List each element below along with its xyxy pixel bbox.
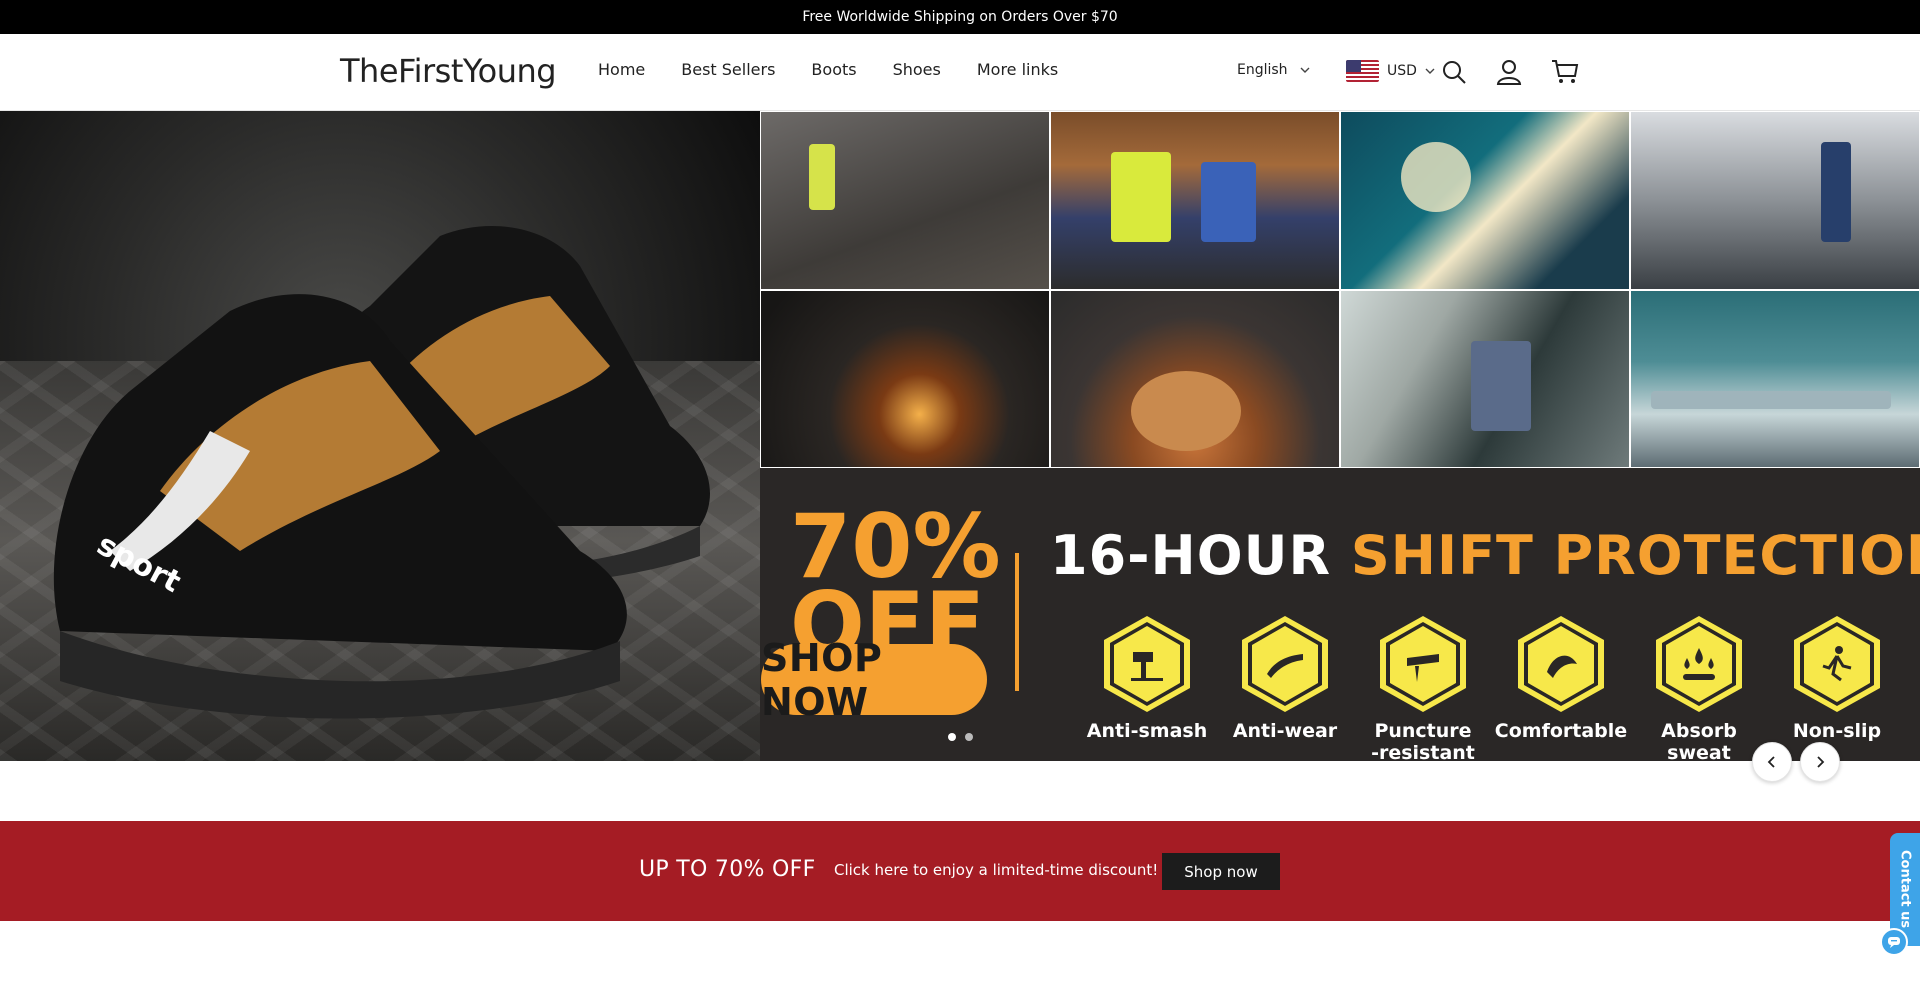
feature-anti-wear: Anti-wear	[1216, 616, 1354, 761]
chevron-left-icon	[1767, 756, 1775, 768]
nav-more-links[interactable]: More links	[977, 60, 1058, 79]
headline-hours: 16-HOUR	[1050, 524, 1332, 587]
boot-front-image: sport	[53, 294, 627, 719]
chevron-down-icon	[1425, 66, 1435, 77]
photo-log-cutting	[1051, 290, 1339, 467]
slide-dots	[948, 733, 973, 741]
photo-mine-tunnel	[761, 290, 1049, 467]
nav-home[interactable]: Home	[598, 60, 645, 79]
feature-non-slip: Non-slip	[1768, 616, 1906, 761]
photo-warehouse-team	[1051, 112, 1339, 289]
hero-shoe-image: sport	[0, 111, 760, 761]
slide-dot-2[interactable]	[965, 733, 973, 741]
banner-subtitle[interactable]: Click here to enjoy a limited-time disco…	[834, 861, 1158, 879]
nav-boots[interactable]: Boots	[811, 60, 856, 79]
sweat-icon	[1656, 616, 1742, 712]
shop-now-button[interactable]: SHOP NOW	[761, 636, 987, 724]
divider	[1015, 553, 1019, 691]
previous-slide-button[interactable]	[1752, 742, 1792, 782]
comfort-icon	[1518, 616, 1604, 712]
account-icon[interactable]	[1493, 56, 1525, 88]
headline-protection: SHIFT PROTECTION	[1350, 524, 1920, 587]
feature-comfortable: Comfortable	[1492, 616, 1630, 761]
language-selector[interactable]: English	[1237, 62, 1310, 78]
nav-shoes[interactable]: Shoes	[893, 60, 941, 79]
chevron-down-icon	[1300, 65, 1310, 76]
feature-absorb-sweat: Absorb sweat	[1630, 616, 1768, 761]
chevron-right-icon	[1817, 756, 1825, 768]
discount-banner[interactable]: UP TO 70% OFF Click here to enjoy a limi…	[0, 821, 1920, 921]
main-nav: Home Best Sellers Boots Shoes More links	[598, 60, 1094, 79]
slide-dot-1[interactable]	[948, 733, 956, 741]
worksite-photo-grid	[760, 111, 1920, 468]
cart-icon[interactable]	[1549, 56, 1581, 88]
photo-factory-line	[1631, 290, 1919, 467]
puncture-icon	[1380, 616, 1466, 712]
search-icon[interactable]	[1438, 56, 1470, 88]
nav-best-sellers[interactable]: Best Sellers	[681, 60, 775, 79]
promo-panel: 70% OFF SHOP NOW 16-HOUR SHIFT PROTECTIO…	[760, 468, 1920, 761]
banner-title: UP TO 70% OFF	[639, 857, 816, 882]
wear-icon	[1242, 616, 1328, 712]
currency-label: USD	[1387, 63, 1417, 79]
photo-truck-driver	[1341, 290, 1629, 467]
announcement-text: Free Worldwide Shipping on Orders Over $…	[802, 9, 1118, 25]
hammer-icon	[1104, 616, 1190, 712]
photo-mechanic	[1631, 112, 1919, 289]
slip-icon	[1794, 616, 1880, 712]
photo-welder	[1341, 112, 1629, 289]
next-slide-button[interactable]	[1800, 742, 1840, 782]
contact-us-label: Contact us	[1897, 850, 1913, 929]
us-flag-icon	[1346, 60, 1379, 82]
feature-anti-smash: Anti-smash	[1078, 616, 1216, 761]
feature-list: Anti-smash Anti-wear Puncture -resistant…	[1078, 616, 1906, 761]
announcement-bar: Free Worldwide Shipping on Orders Over $…	[0, 0, 1920, 34]
banner-shop-now-button[interactable]: Shop now	[1162, 853, 1280, 890]
language-label: English	[1237, 62, 1288, 78]
store-logo[interactable]: TheFirstYoung	[340, 52, 557, 90]
headline: 16-HOUR SHIFT PROTECTION	[1050, 524, 1920, 587]
site-header: TheFirstYoung Home Best Sellers Boots Sh…	[0, 34, 1920, 111]
hero-slideshow[interactable]: sport 70% OFF SHOP NOW 16-HOUR SHIFT PRO…	[0, 111, 1920, 761]
feature-puncture-resistant: Puncture -resistant	[1354, 616, 1492, 761]
photo-warehouse-worker	[761, 112, 1049, 289]
chat-icon[interactable]	[1880, 928, 1908, 956]
currency-selector[interactable]: USD	[1346, 60, 1435, 82]
